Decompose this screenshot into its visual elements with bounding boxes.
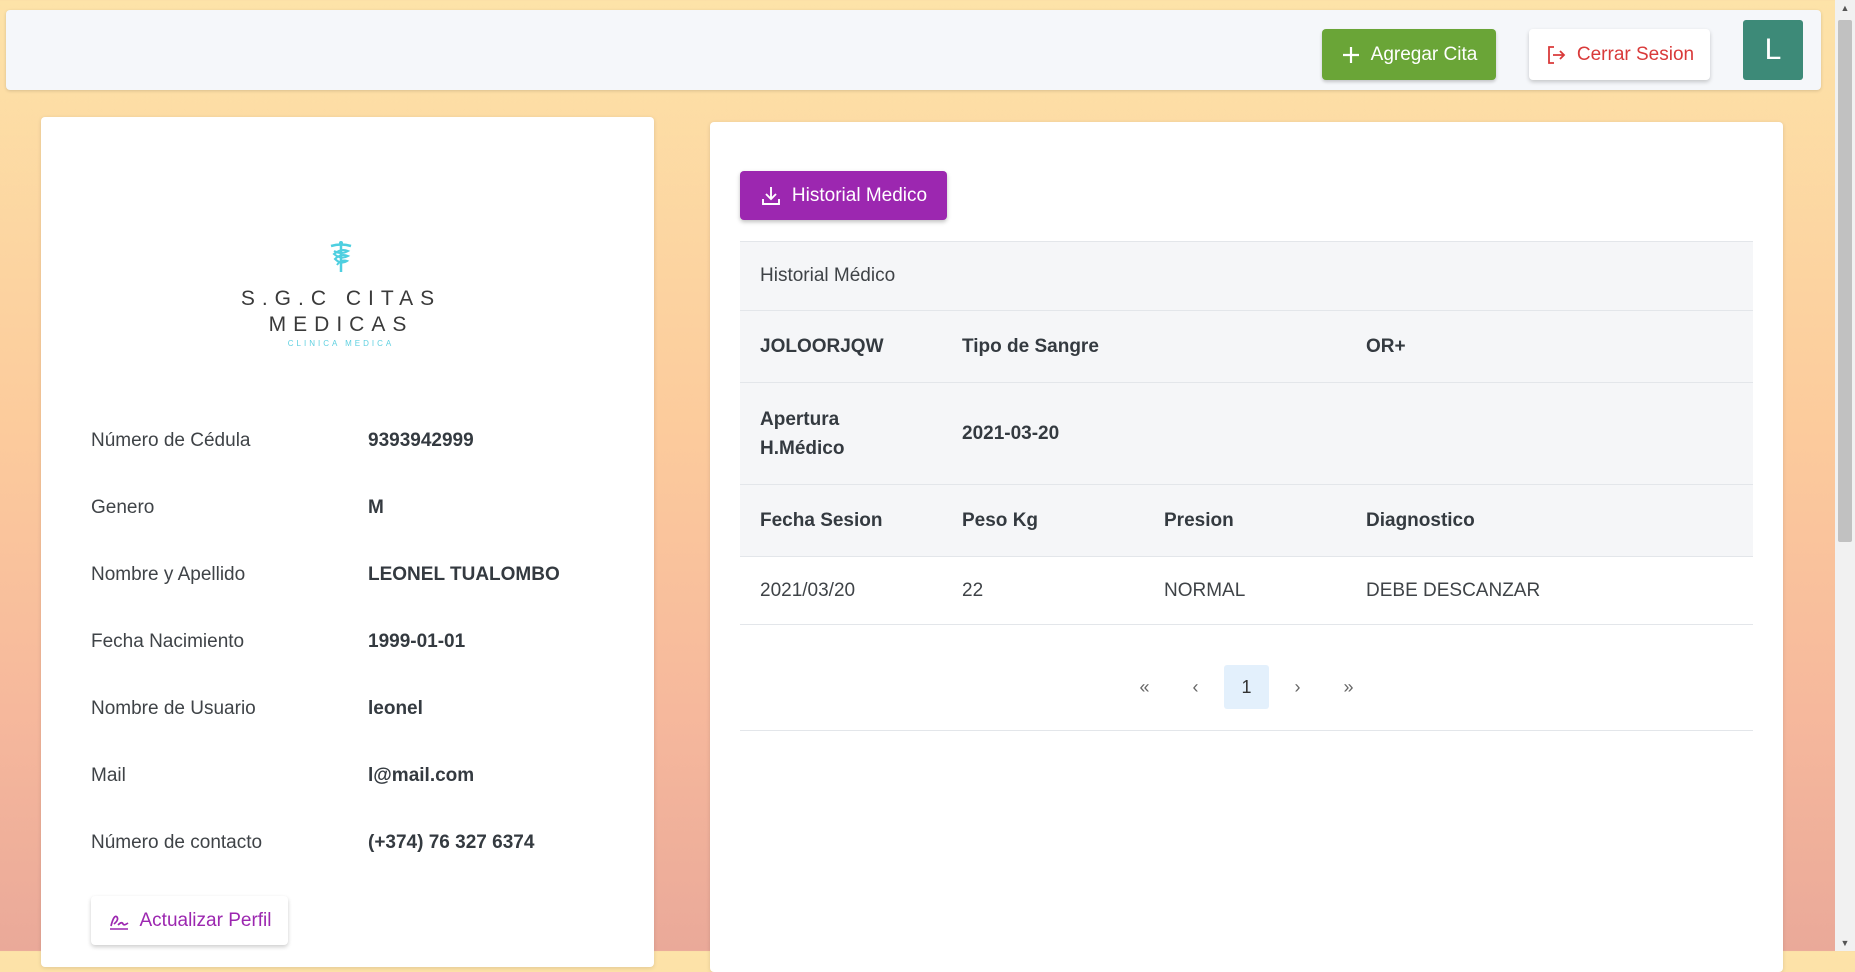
profile-value: leonel bbox=[368, 698, 423, 719]
cell-session-date: 2021/03/20 bbox=[760, 579, 856, 601]
scroll-up-arrow-icon[interactable]: ▲ bbox=[1835, 0, 1855, 16]
history-code: JOLOORJQW bbox=[760, 335, 884, 357]
profile-row-cedula: Número de Cédula 9393942999 bbox=[91, 430, 631, 452]
download-icon bbox=[761, 186, 780, 205]
top-navbar: Agregar Cita Cerrar Sesion L bbox=[6, 10, 1821, 90]
history-table: Historial Médico JOLOORJQW Tipo de Sangr… bbox=[740, 241, 1753, 625]
profile-row-nombre: Nombre y Apellido LEONEL TUALOMBO bbox=[91, 564, 631, 586]
profile-card: S.G.C CITAS MEDICAS CLINICA MEDICA Númer… bbox=[41, 117, 654, 967]
avatar-initial: L bbox=[1764, 33, 1782, 66]
clinic-logo: S.G.C CITAS MEDICAS CLINICA MEDICA bbox=[216, 240, 466, 348]
caduceus-icon bbox=[330, 241, 352, 272]
column-header: Peso Kg bbox=[962, 509, 1039, 531]
profile-label: Fecha Nacimiento bbox=[91, 631, 245, 652]
cell-diagnosis: DEBE DESCANZAR bbox=[1366, 579, 1541, 601]
page-1-button[interactable]: 1 bbox=[1224, 665, 1269, 709]
profile-label: Genero bbox=[91, 497, 155, 518]
cell-weight: 22 bbox=[962, 579, 984, 601]
logo-subtitle: CLINICA MEDICA bbox=[287, 339, 395, 348]
profile-label: Nombre y Apellido bbox=[91, 564, 246, 585]
blood-type-value: OR+ bbox=[1366, 335, 1406, 357]
scroll-down-arrow-icon[interactable]: ▼ bbox=[1835, 935, 1855, 951]
profile-label: Mail bbox=[91, 765, 126, 786]
user-avatar[interactable]: L bbox=[1743, 20, 1803, 80]
first-page-button[interactable]: « bbox=[1122, 665, 1167, 709]
profile-row-nacimiento: Fecha Nacimiento 1999-01-01 bbox=[91, 631, 631, 653]
update-profile-label: Actualizar Perfil bbox=[139, 909, 272, 931]
profile-label: Número de Cédula bbox=[91, 430, 251, 451]
profile-value: M bbox=[368, 497, 384, 518]
profile-label: Nombre de Usuario bbox=[91, 698, 256, 719]
scrollbar-thumb[interactable] bbox=[1838, 20, 1852, 542]
plus-icon bbox=[1342, 46, 1359, 63]
table-row: 2021/03/20 22 NORMAL DEBE DESCANZAR bbox=[740, 557, 1753, 625]
history-code-row: JOLOORJQW Tipo de Sangre OR+ bbox=[740, 311, 1753, 383]
add-appointment-button[interactable]: Agregar Cita bbox=[1322, 29, 1496, 80]
page-scrollbar[interactable]: ▲ ▼ bbox=[1835, 0, 1855, 951]
previous-page-button[interactable]: ‹ bbox=[1173, 665, 1218, 709]
profile-value: (+374) 76 327 6374 bbox=[368, 832, 535, 853]
medical-history-card: Historial Medico Historial Médico JOLOOR… bbox=[710, 122, 1783, 972]
logout-icon bbox=[1547, 45, 1566, 64]
column-header: Presion bbox=[1164, 509, 1234, 531]
history-title: Historial Médico bbox=[760, 265, 896, 286]
logout-label: Cerrar Sesion bbox=[1576, 43, 1695, 65]
history-opening-row: Apertura H.Médico 2021-03-20 bbox=[740, 383, 1753, 485]
profile-value: l@mail.com bbox=[368, 765, 475, 786]
logo-title-line2: MEDICAS bbox=[268, 313, 414, 336]
history-header-row: Fecha Sesion Peso Kg Presion Diagnostico bbox=[740, 485, 1753, 557]
profile-row-contacto: Número de contacto (+374) 76 327 6374 bbox=[91, 832, 631, 854]
logout-button[interactable]: Cerrar Sesion bbox=[1529, 29, 1710, 80]
profile-row-usuario: Nombre de Usuario leonel bbox=[91, 698, 631, 720]
profile-value: 1999-01-01 bbox=[368, 631, 466, 652]
opening-date: 2021-03-20 bbox=[962, 422, 1060, 444]
opening-label-line1: Apertura bbox=[760, 408, 840, 430]
history-title-row: Historial Médico bbox=[740, 241, 1753, 311]
pagination: « ‹ 1 › » bbox=[740, 644, 1753, 731]
last-page-button[interactable]: » bbox=[1326, 665, 1371, 709]
profile-value: 9393942999 bbox=[368, 430, 474, 451]
column-header: Fecha Sesion bbox=[760, 509, 883, 531]
profile-row-mail: Mail l@mail.com bbox=[91, 765, 631, 787]
opening-label: Apertura H.Médico bbox=[760, 405, 962, 463]
logo-title-line1: S.G.C CITAS bbox=[240, 287, 442, 310]
opening-label-line2: H.Médico bbox=[760, 437, 845, 459]
column-header: Diagnostico bbox=[1366, 509, 1475, 531]
download-history-button[interactable]: Historial Medico bbox=[740, 171, 947, 220]
next-page-button[interactable]: › bbox=[1275, 665, 1320, 709]
profile-row-genero: Genero M bbox=[91, 497, 631, 519]
add-appointment-label: Agregar Cita bbox=[1370, 43, 1478, 65]
cell-pressure: NORMAL bbox=[1164, 579, 1246, 601]
update-profile-button[interactable]: Actualizar Perfil bbox=[91, 896, 288, 945]
blood-type-label: Tipo de Sangre bbox=[962, 335, 1099, 357]
signature-icon bbox=[109, 915, 129, 930]
profile-label: Número de contacto bbox=[91, 832, 263, 853]
profile-value: LEONEL TUALOMBO bbox=[368, 564, 560, 585]
download-history-label: Historial Medico bbox=[791, 184, 928, 206]
